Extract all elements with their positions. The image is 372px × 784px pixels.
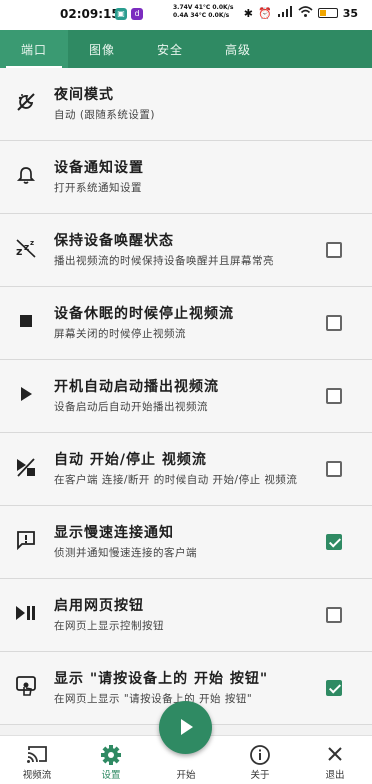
setting-notification[interactable]: 设备通知设置 打开系统通知设置 xyxy=(0,141,372,214)
nav-about[interactable]: 关于 xyxy=(223,736,297,784)
setting-night-mode[interactable]: 夜间模式 自动 (跟随系统设置) xyxy=(0,68,372,141)
setting-subtitle: 在网页上显示控制按钮 xyxy=(54,620,164,632)
tab-label: 端口 xyxy=(20,42,47,57)
setting-keep-awake[interactable]: zzz 保持设备唤醒状态 播出视频流的时候保持设备唤醒并且屏幕常亮 xyxy=(0,214,372,287)
play-icon xyxy=(14,382,38,406)
keep-awake-checkbox[interactable] xyxy=(326,242,342,258)
svg-text:z: z xyxy=(16,245,22,258)
show-press-start-checkbox[interactable] xyxy=(326,680,342,696)
setting-subtitle: 打开系统通知设置 xyxy=(54,182,142,194)
setting-title: 开机自动启动播出视频流 xyxy=(54,379,219,395)
nav-settings[interactable]: 设置 xyxy=(74,736,148,784)
play-stop-icon xyxy=(14,455,38,479)
close-icon xyxy=(323,744,347,764)
nav-label: 视频流 xyxy=(22,770,52,781)
tab-port[interactable]: 端口 xyxy=(0,30,68,68)
svg-text:z: z xyxy=(30,239,34,247)
setting-stop-on-sleep[interactable]: 设备休眠的时候停止视频流 屏幕关闭的时候停止视频流 xyxy=(0,287,372,360)
setting-title: 夜间模式 xyxy=(54,87,114,103)
status-time: 02:09:15 xyxy=(60,7,120,21)
nav-exit[interactable]: 退出 xyxy=(298,736,372,784)
setting-slow-connection[interactable]: 显示慢速连接通知 侦测并通知慢速连接的客户端 xyxy=(0,506,372,579)
alarm-icon: ⏰ xyxy=(257,6,272,20)
setting-title: 自动 开始/停止 视频流 xyxy=(54,452,207,468)
slow-connection-checkbox[interactable] xyxy=(326,534,342,550)
alert-message-icon xyxy=(14,528,38,552)
setting-autostart-on-boot[interactable]: 开机自动启动播出视频流 设备启动后自动开始播出视频流 xyxy=(0,360,372,433)
stats-line-1: 3.74V 41°C 0.0K/s xyxy=(173,4,234,11)
nav-label: 关于 xyxy=(250,770,270,781)
setting-subtitle: 侦测并通知慢速连接的客户端 xyxy=(54,547,197,559)
status-bar: 02:09:15 ▣ d 3.74V 41°C 0.0K/s 0.4A 34°C… xyxy=(0,0,372,30)
tab-label: 安全 xyxy=(156,42,183,57)
tab-security[interactable]: 安全 xyxy=(136,30,204,68)
autostart-checkbox[interactable] xyxy=(326,388,342,404)
tab-image[interactable]: 图像 xyxy=(68,30,136,68)
setting-subtitle: 自动 (跟随系统设置) xyxy=(54,109,156,121)
sleep-zzz-icon: zzz xyxy=(14,236,38,260)
cast-icon xyxy=(25,744,49,764)
status-icons: ✱ ⏰ 35 xyxy=(244,6,358,20)
setting-title: 显示 "请按设备上的 开始 按钮" xyxy=(54,671,269,687)
setting-subtitle: 播出视频流的时候保持设备唤醒并且屏幕常亮 xyxy=(54,255,274,267)
tab-label: 图像 xyxy=(88,42,115,57)
night-mode-icon xyxy=(14,90,38,114)
gear-icon xyxy=(99,744,123,765)
nav-label: 开始 xyxy=(176,770,196,781)
setting-title: 设备休眠的时候停止视频流 xyxy=(54,306,234,322)
settings-tab-bar: 端口 图像 安全 高级 xyxy=(0,30,372,68)
setting-title: 设备通知设置 xyxy=(54,160,144,176)
signal-icon xyxy=(277,6,293,20)
setting-subtitle: 在客户端 连接/断开 的时候自动 开始/停止 视频流 xyxy=(54,474,298,486)
stats-line-2: 0.4A 34°C 0.0K/s xyxy=(173,12,230,19)
tab-label: 高级 xyxy=(224,42,251,57)
web-buttons-checkbox[interactable] xyxy=(326,607,342,623)
app-notification-icon: ▣ xyxy=(115,8,127,20)
setting-title: 启用网页按钮 xyxy=(54,598,144,614)
info-icon xyxy=(248,744,272,765)
setting-auto-start-stop[interactable]: 自动 开始/停止 视频流 在客户端 连接/断开 的时候自动 开始/停止 视频流 xyxy=(0,433,372,506)
setting-title: 显示慢速连接通知 xyxy=(54,525,174,541)
auto-start-stop-checkbox[interactable] xyxy=(326,461,342,477)
bluetooth-icon: ✱ xyxy=(243,6,253,20)
setting-subtitle: 设备启动后自动开始播出视频流 xyxy=(54,401,208,413)
nav-label: 设置 xyxy=(101,770,121,781)
wifi-icon xyxy=(298,6,313,20)
setting-web-buttons[interactable]: 启用网页按钮 在网页上显示控制按钮 xyxy=(0,579,372,652)
start-stream-button[interactable] xyxy=(159,701,212,754)
setting-subtitle: 屏幕关闭的时候停止视频流 xyxy=(54,328,186,340)
nav-label: 退出 xyxy=(325,770,345,781)
battery-icon xyxy=(317,8,338,18)
app-notification-icon: d xyxy=(131,8,143,20)
settings-list: 夜间模式 自动 (跟随系统设置) 设备通知设置 打开系统通知设置 zzz 保持设… xyxy=(0,68,372,725)
touch-screen-icon xyxy=(14,674,38,698)
bell-icon xyxy=(14,163,38,187)
play-pause-icon xyxy=(14,601,38,625)
stop-on-sleep-checkbox[interactable] xyxy=(326,315,342,331)
battery-level: 35 xyxy=(342,6,358,20)
status-stats: 3.74V 41°C 0.0K/s 0.4A 34°C 0.0K/s xyxy=(173,4,233,20)
setting-title: 保持设备唤醒状态 xyxy=(54,233,174,249)
tab-advanced[interactable]: 高级 xyxy=(204,30,272,68)
stop-icon xyxy=(14,309,38,333)
nav-stream[interactable]: 视频流 xyxy=(0,736,74,784)
